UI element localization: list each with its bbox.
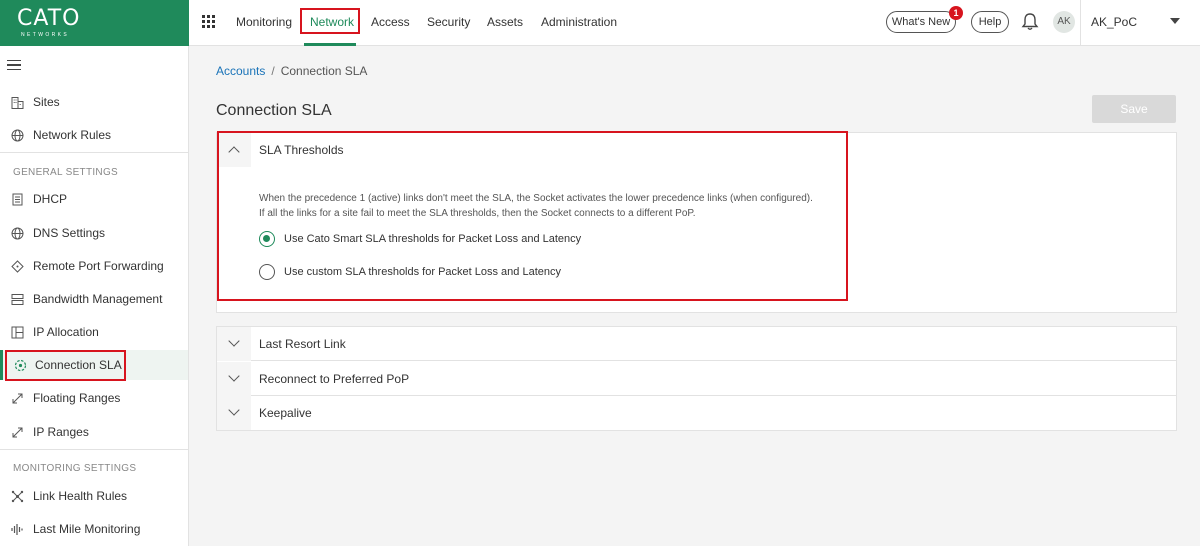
sidebar-item-remote-port-forwarding[interactable]: Remote Port Forwarding [0, 251, 188, 281]
top-bar: CATO NETWORKS Monitoring Network Access … [0, 0, 1200, 46]
sidebar-item-sites[interactable]: Sites [0, 87, 188, 117]
sidebar-item-label: DHCP [33, 192, 68, 206]
chevron-down-icon [228, 335, 240, 347]
general-settings-heading: GENERAL SETTINGS [13, 167, 119, 178]
chevron-down-icon [228, 370, 240, 382]
accordion-last-resort-link[interactable]: Last Resort Link [217, 327, 1176, 361]
whats-new-button[interactable]: What's New [886, 11, 956, 33]
diamond-icon [11, 260, 24, 273]
sidebar-item-label: Floating Ranges [33, 391, 121, 405]
hamburger-menu-icon[interactable] [7, 60, 21, 70]
whats-new-badge: 1 [949, 6, 963, 20]
nav-assets[interactable]: Assets [487, 15, 523, 29]
save-button[interactable]: Save [1092, 95, 1176, 123]
pulse-icon [11, 524, 23, 535]
bell-icon[interactable] [1020, 12, 1040, 32]
apps-grid-icon[interactable] [202, 15, 215, 28]
accordion-title: Reconnect to Preferred PoP [259, 372, 410, 386]
sidebar-item-link-health-rules[interactable]: Link Health Rules [0, 481, 188, 511]
breadcrumb-separator: / [271, 64, 275, 78]
sidebar-item-ip-ranges[interactable]: IP Ranges [0, 417, 188, 447]
sidebar-item-network-rules[interactable]: Network Rules [0, 120, 188, 150]
sidebar-item-last-mile-monitoring[interactable]: Last Mile Monitoring [0, 514, 188, 544]
help-button[interactable]: Help [971, 11, 1009, 33]
breadcrumb-accounts-link[interactable]: Accounts [216, 64, 265, 78]
avatar[interactable]: AK [1053, 11, 1075, 33]
breadcrumb: Accounts / Connection SLA [216, 64, 367, 78]
chevron-down-icon [228, 404, 240, 416]
nav-monitoring[interactable]: Monitoring [236, 15, 292, 29]
sidebar-item-dhcp[interactable]: DHCP [0, 184, 188, 214]
sidebar-active-indicator [0, 350, 3, 380]
accordion-reconnect-preferred-pop[interactable]: Reconnect to Preferred PoP [217, 362, 1176, 396]
sidebar-item-dns-settings[interactable]: DNS Settings [0, 218, 188, 248]
sidebar-item-label: Network Rules [33, 128, 112, 142]
sidebar-item-label: IP Allocation [33, 325, 99, 339]
accordion-title: Keepalive [259, 406, 312, 420]
health-icon [11, 490, 24, 503]
sidebar-item-ip-allocation[interactable]: IP Allocation [0, 317, 188, 347]
sidebar-item-label: Bandwidth Management [33, 292, 163, 306]
sidebar-divider [0, 449, 188, 450]
breadcrumb-current: Connection SLA [280, 64, 368, 78]
accordion-keepalive[interactable]: Keepalive [217, 396, 1176, 430]
sidebar-item-floating-ranges[interactable]: Floating Ranges [0, 383, 188, 413]
nav-access[interactable]: Access [371, 15, 410, 29]
building-icon [11, 97, 24, 109]
sidebar-item-label: Sites [33, 95, 60, 109]
nav-security[interactable]: Security [427, 15, 470, 29]
nav-administration[interactable]: Administration [541, 15, 617, 29]
expand-icon [12, 393, 23, 404]
expand-icon [12, 427, 23, 438]
document-icon [12, 193, 23, 206]
sidebar-item-label: Last Mile Monitoring [33, 522, 141, 536]
logo-wordmark: CATO [17, 6, 81, 31]
account-name[interactable]: AK_PoC [1091, 15, 1137, 29]
nav-active-indicator [304, 43, 356, 46]
monitoring-settings-heading: MONITORING SETTINGS [13, 463, 137, 474]
sidebar: Sites Network Rules GENERAL SETTINGS DHC… [0, 46, 189, 546]
logo-tagline: NETWORKS [21, 32, 70, 38]
sidebar-divider [0, 152, 188, 153]
sidebar-item-label: DNS Settings [33, 226, 106, 240]
sidebar-item-label: IP Ranges [33, 425, 89, 439]
expand-toggle[interactable] [217, 327, 251, 361]
accordion-group: Last Resort Link Reconnect to Preferred … [216, 326, 1177, 431]
sidebar-item-bandwidth-management[interactable]: Bandwidth Management [0, 284, 188, 314]
sidebar-item-label: Remote Port Forwarding [33, 259, 164, 273]
expand-toggle[interactable] [217, 396, 251, 430]
expand-toggle[interactable] [217, 362, 251, 396]
chevron-down-icon[interactable] [1170, 18, 1180, 24]
accordion-title: Last Resort Link [259, 337, 346, 351]
sidebar-connection-sla-highlight [5, 350, 126, 381]
top-divider [1080, 0, 1081, 46]
nav-network-highlight [300, 8, 360, 34]
sla-thresholds-highlight [217, 131, 848, 301]
page-title: Connection SLA [216, 102, 332, 119]
globe-icon [11, 129, 24, 142]
globe-icon [11, 227, 24, 240]
bandwidth-icon [11, 294, 24, 305]
sidebar-item-label: Link Health Rules [33, 489, 128, 503]
cato-logo[interactable]: CATO NETWORKS [0, 0, 189, 46]
grid-icon [11, 326, 24, 339]
